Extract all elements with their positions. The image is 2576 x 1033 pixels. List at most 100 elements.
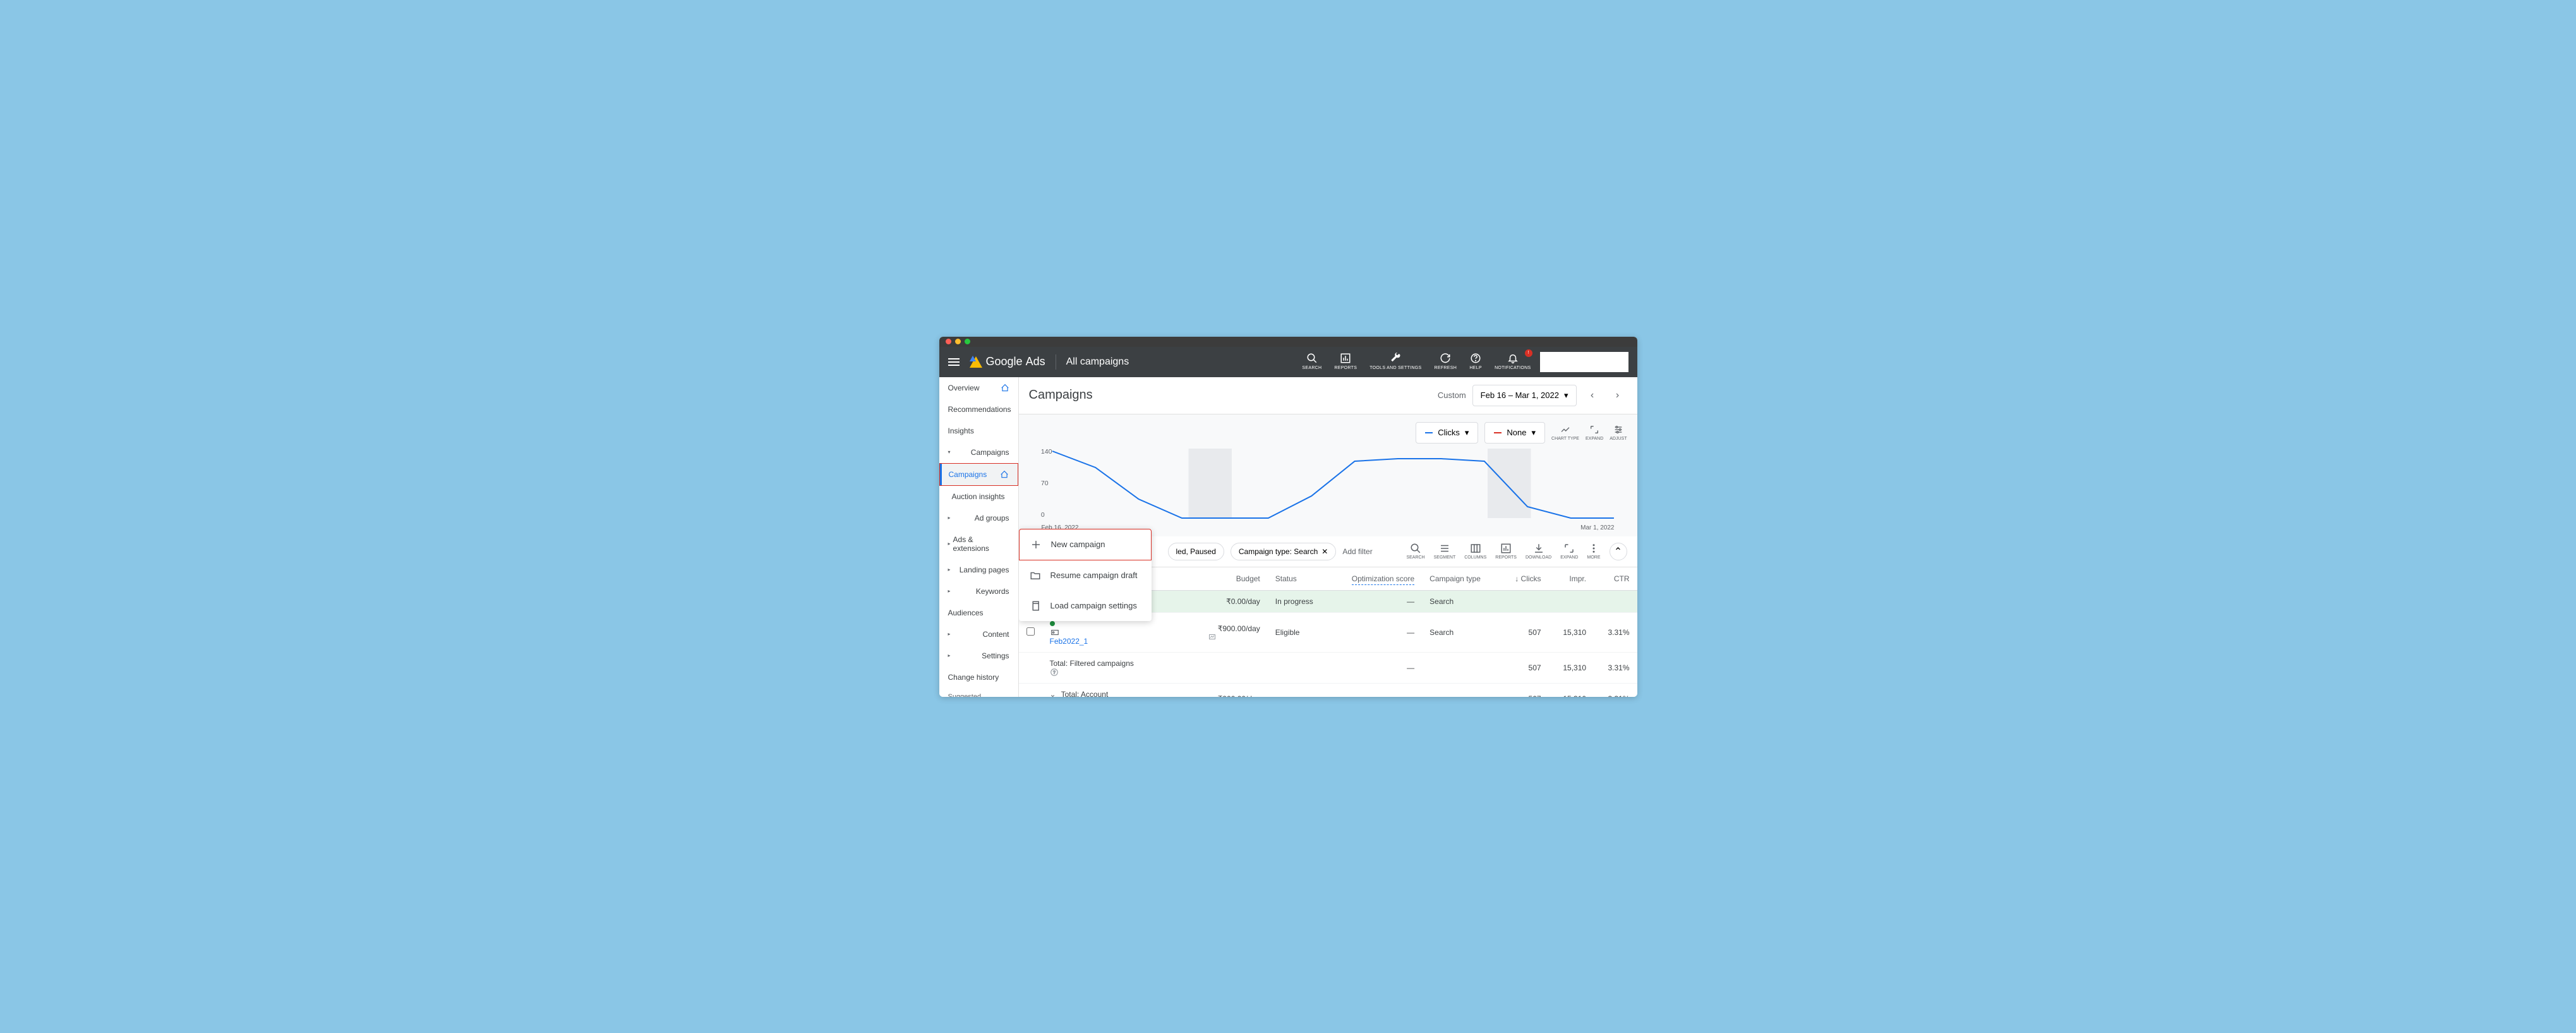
info-icon[interactable]: ? [1050, 668, 1059, 677]
sidebar-landing-pages[interactable]: Landing pages [939, 559, 1018, 581]
close-icon[interactable]: ✕ [1321, 547, 1328, 556]
new-campaign-menu: New campaign Resume campaign draft Load … [1019, 529, 1152, 621]
plus-icon [1030, 538, 1042, 551]
chart-type-button[interactable]: CHART TYPE [1551, 425, 1579, 441]
sort-down-icon: ↓ [1515, 574, 1520, 583]
svg-text:70: 70 [1040, 480, 1048, 487]
line-chart-icon [1559, 425, 1572, 435]
ads-logo-icon [970, 356, 982, 368]
sidebar-content[interactable]: Content [939, 624, 1018, 645]
collapse-chart-button[interactable]: ⌃ [1610, 543, 1627, 560]
columns-button[interactable]: COLUMNS [1464, 543, 1486, 560]
col-status[interactable]: Status [1268, 567, 1330, 591]
load-settings-option[interactable]: Load campaign settings [1019, 591, 1152, 621]
col-impr[interactable]: Impr. [1549, 567, 1594, 591]
status-dot-icon [1050, 621, 1055, 626]
top-actions: SEARCH REPORTS TOOLS AND SETTINGS REFRES… [1298, 352, 1628, 372]
page-title: Campaigns [1029, 388, 1093, 402]
sidebar-auction-insights[interactable]: Auction insights [939, 486, 1018, 507]
search-button[interactable]: SEARCH [1298, 352, 1325, 370]
maximize-window-icon[interactable] [965, 339, 970, 344]
sidebar-change-history[interactable]: Change history [939, 667, 1018, 688]
date-controls: Custom Feb 16 – Mar 1, 2022 ▾ ‹ › [1438, 385, 1627, 406]
svg-text:0: 0 [1040, 512, 1044, 519]
browser-window: Google Ads All campaigns SEARCH REPORTS … [939, 337, 1637, 697]
metric1-selector[interactable]: Clicks ▾ [1416, 422, 1478, 444]
download-button[interactable]: DOWNLOAD [1526, 543, 1551, 560]
columns-icon [1470, 543, 1481, 554]
sidebar-ad-groups[interactable]: Ad groups [939, 507, 1018, 529]
sidebar-overview[interactable]: Overview [939, 377, 1018, 399]
wrench-icon [1389, 352, 1402, 365]
sidebar-campaigns-group[interactable]: Campaigns [939, 442, 1018, 463]
expand-icon [1588, 425, 1601, 435]
svg-text:?: ? [1053, 670, 1056, 675]
metric1-color [1425, 432, 1433, 433]
chart-expand-button[interactable]: EXPAND [1586, 425, 1603, 441]
chevron-down-icon: ▾ [1531, 428, 1536, 438]
chevron-down-icon: ▾ [1564, 390, 1568, 401]
minimize-window-icon[interactable] [955, 339, 961, 344]
copy-icon [1029, 600, 1042, 612]
budget-chart-icon [1208, 633, 1217, 641]
logo[interactable]: Google Ads [970, 355, 1045, 368]
sidebar-audiences[interactable]: Audiences [939, 602, 1018, 624]
chart-area: Clicks ▾ None ▾ CHART TYPE EXPAND [1019, 414, 1637, 536]
refresh-button[interactable]: REFRESH [1431, 352, 1461, 370]
search-icon [1306, 352, 1318, 365]
expand-icon [1563, 543, 1575, 554]
segment-button[interactable]: SEGMENT [1434, 543, 1456, 560]
main-content: Campaigns Custom Feb 16 – Mar 1, 2022 ▾ … [1019, 377, 1637, 697]
help-icon [1469, 352, 1482, 365]
chart-controls: Clicks ▾ None ▾ CHART TYPE EXPAND [1029, 422, 1627, 444]
more-button[interactable]: MORE [1587, 543, 1601, 560]
reports-icon [1500, 543, 1512, 554]
campaign-link[interactable]: Feb2022_1 [1050, 637, 1088, 646]
next-period-button[interactable]: › [1608, 386, 1627, 405]
filter-status-chip[interactable]: led, Paused [1168, 543, 1224, 560]
sidebar-insights[interactable]: Insights [939, 420, 1018, 442]
col-ctr[interactable]: CTR [1594, 567, 1637, 591]
main-header: Campaigns Custom Feb 16 – Mar 1, 2022 ▾ … [1019, 377, 1637, 414]
add-filter-button[interactable]: Add filter [1342, 547, 1372, 556]
tools-button[interactable]: TOOLS AND SETTINGS [1366, 352, 1425, 370]
col-opt-score[interactable]: Optimization score [1330, 567, 1422, 591]
col-budget[interactable]: Budget [1200, 567, 1268, 591]
menu-icon[interactable] [948, 358, 960, 366]
chevron-up-icon: ⌃ [1614, 545, 1622, 558]
table-expand-button[interactable]: EXPAND [1560, 543, 1578, 560]
table-reports-button[interactable]: REPORTS [1495, 543, 1517, 560]
new-campaign-option[interactable]: New campaign [1019, 529, 1152, 560]
sidebar-suggested-header: Suggested [939, 688, 1018, 697]
table-actions: SEARCH SEGMENT COLUMNS REPORTS DOWNLOAD … [1406, 543, 1627, 560]
notification-badge: ! [1525, 349, 1532, 357]
metric2-selector[interactable]: None ▾ [1484, 422, 1545, 444]
download-icon [1533, 543, 1544, 554]
sidebar-campaigns[interactable]: Campaigns [940, 464, 1018, 485]
sidebar-keywords[interactable]: Keywords [939, 581, 1018, 602]
chevron-down-icon[interactable]: ⌄ [1050, 690, 1056, 697]
notifications-button[interactable]: ! NOTIFICATIONS [1491, 352, 1534, 370]
campaign-type-icon [1050, 628, 1060, 637]
close-window-icon[interactable] [946, 339, 951, 344]
col-clicks[interactable]: ↓ Clicks [1500, 567, 1549, 591]
sidebar-settings[interactable]: Settings [939, 645, 1018, 667]
scope-label[interactable]: All campaigns [1066, 356, 1129, 368]
table-search-button[interactable]: SEARCH [1406, 543, 1424, 560]
reports-button[interactable]: REPORTS [1330, 352, 1361, 370]
chart-adjust-button[interactable]: ADJUST [1610, 425, 1627, 441]
sidebar-ads-extensions[interactable]: Ads & extensions [939, 529, 1018, 559]
metric2-color [1494, 432, 1502, 433]
reports-icon [1339, 352, 1352, 365]
global-search-input[interactable] [1540, 352, 1628, 372]
row-checkbox[interactable] [1026, 627, 1035, 636]
sidebar-recommendations[interactable]: Recommendations [939, 399, 1018, 420]
date-range-picker[interactable]: Feb 16 – Mar 1, 2022 ▾ [1472, 385, 1577, 406]
more-icon [1588, 543, 1599, 554]
resume-draft-option[interactable]: Resume campaign draft [1019, 560, 1152, 591]
filter-type-chip[interactable]: Campaign type: Search ✕ [1231, 543, 1336, 560]
col-campaign-type[interactable]: Campaign type [1422, 567, 1500, 591]
prev-period-button[interactable]: ‹ [1583, 386, 1602, 405]
help-button[interactable]: HELP [1466, 352, 1486, 370]
total-account-row: ⌄Total: Account ? ₹900.00/day — 507 15,3… [1019, 683, 1637, 697]
